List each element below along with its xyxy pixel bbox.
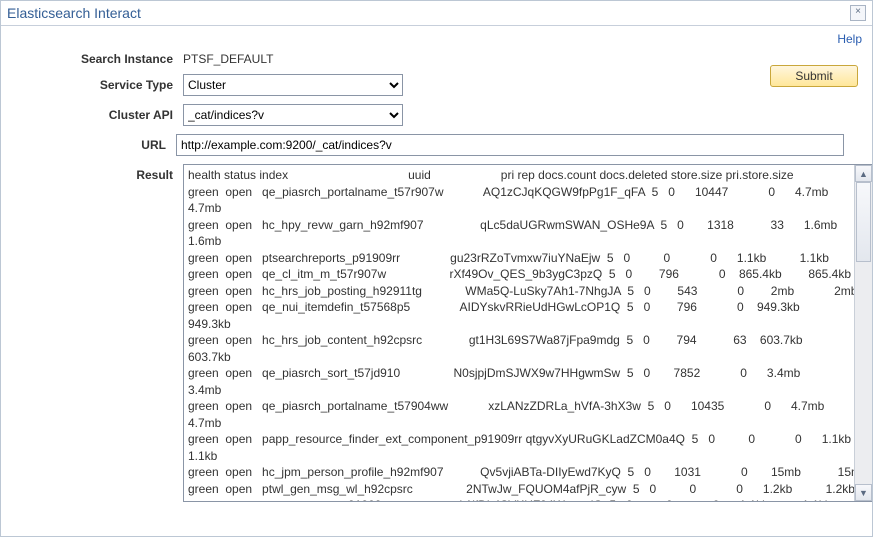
row-cluster-api: Cluster API _cat/indices?v xyxy=(13,104,862,126)
result-line: green open papp_resource_finder_ext_comp… xyxy=(188,431,851,448)
label-service-type: Service Type xyxy=(13,78,183,92)
window-title: Elasticsearch Interact xyxy=(7,5,850,21)
label-url: URL xyxy=(13,138,176,152)
window-frame: Elasticsearch Interact × Help Submit Sea… xyxy=(0,0,873,537)
submit-button[interactable]: Submit xyxy=(770,65,858,87)
result-line: green open qe_piasrch_portalname_t57r907… xyxy=(188,184,851,201)
result-textarea[interactable]: health status index uuid pri rep docs.co… xyxy=(183,164,873,502)
close-icon[interactable]: × xyxy=(850,5,866,21)
result-line: green open qe_piasrch_portalname_t57904w… xyxy=(188,398,851,415)
result-line: 603.7kb xyxy=(188,349,851,366)
label-result: Result xyxy=(13,168,183,182)
title-bar: Elasticsearch Interact × xyxy=(1,1,872,26)
service-type-select[interactable]: Cluster xyxy=(183,74,403,96)
result-line: green open hc_jpm_person_profile_h92mf90… xyxy=(188,464,851,481)
content-area: Search Instance PTSF_DEFAULT Service Typ… xyxy=(1,46,872,512)
result-line: green open hc_hrs_job_content_h92cpsrc g… xyxy=(188,332,851,349)
result-line: green open hc_hrs_job_posting_h92911tg W… xyxy=(188,283,851,300)
help-link[interactable]: Help xyxy=(837,32,862,46)
scroll-thumb[interactable] xyxy=(856,182,871,262)
result-line: green open ptsearchreports_p91909rr gu23… xyxy=(188,250,851,267)
result-line: green open hc_hpy_revw_garn_h92mf907 qLc… xyxy=(188,217,851,234)
label-search-instance: Search Instance xyxy=(13,52,183,66)
result-line: green open qe_cl_itm_m_t57r907w rXf49Ov_… xyxy=(188,266,851,283)
url-input[interactable] xyxy=(176,134,844,156)
scroll-down-icon[interactable]: ▼ xyxy=(855,484,872,501)
row-service-type: Service Type Cluster xyxy=(13,74,862,96)
scrollbar-vertical[interactable]: ▲ ▼ xyxy=(854,165,872,501)
result-line: 1.1kb xyxy=(188,448,851,465)
value-search-instance: PTSF_DEFAULT xyxy=(183,52,273,66)
label-cluster-api: Cluster API xyxy=(13,108,183,122)
scroll-track[interactable] xyxy=(855,182,872,484)
result-line: 4.7mb xyxy=(188,415,851,432)
row-url: URL xyxy=(13,134,862,156)
result-line: green open papp_content_p91909rr nk1jfDh… xyxy=(188,497,851,501)
help-row: Help xyxy=(1,26,872,46)
result-line: green open qe_nui_itemdefin_t57568p5 AID… xyxy=(188,299,851,316)
result-line: health status index uuid pri rep docs.co… xyxy=(188,167,851,184)
result-line: green open qe_piasrch_sort_t57jd910 N0sj… xyxy=(188,365,851,382)
url-spacer xyxy=(846,137,862,154)
result-line: green open ptwl_gen_msg_wl_h92cpsrc 2NTw… xyxy=(188,481,851,498)
result-content: health status index uuid pri rep docs.co… xyxy=(184,165,855,501)
result-line: 1.6mb xyxy=(188,233,851,250)
cluster-api-select[interactable]: _cat/indices?v xyxy=(183,104,403,126)
result-line: 3.4mb xyxy=(188,382,851,399)
scroll-up-icon[interactable]: ▲ xyxy=(855,165,872,182)
result-line: 4.7mb xyxy=(188,200,851,217)
result-line: 949.3kb xyxy=(188,316,851,333)
row-search-instance: Search Instance PTSF_DEFAULT xyxy=(13,52,862,66)
